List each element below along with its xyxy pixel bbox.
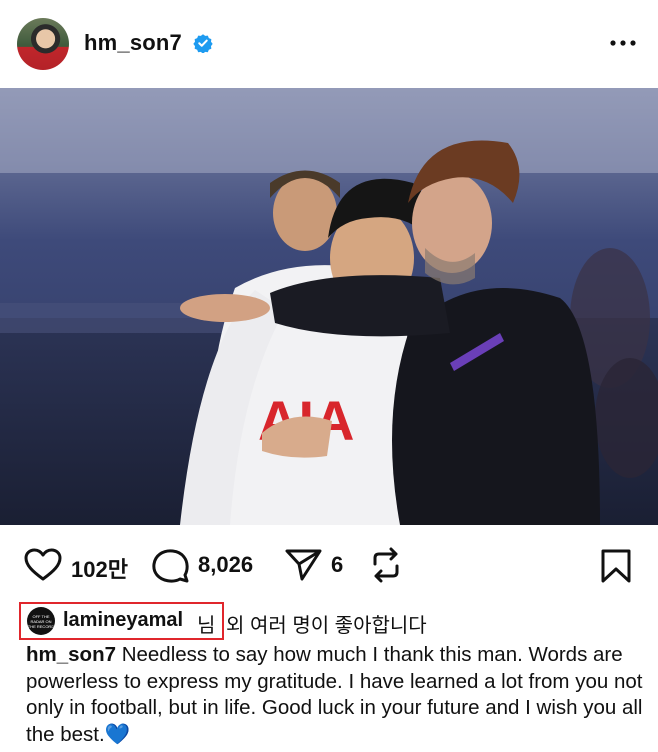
repost-icon[interactable] (369, 546, 403, 584)
comment-count[interactable]: 8,026 (198, 552, 253, 578)
more-options-icon[interactable] (609, 33, 637, 53)
photo-illustration: AIA (0, 88, 658, 525)
liker-avatar[interactable]: OFF THE RADAR ON THE RECORD (27, 607, 55, 635)
blue-heart-emoji: 💙 (104, 722, 131, 746)
share-count[interactable]: 6 (331, 552, 343, 578)
save-bookmark-icon[interactable] (600, 548, 632, 584)
post-caption: hm_son7 Needless to say how much I thank… (26, 642, 646, 748)
liker-avatar-logo-text: OFF THE RADAR ON THE RECORD (27, 613, 55, 629)
verified-badge-icon (193, 34, 213, 53)
liker-username[interactable]: lamineyamal (63, 609, 183, 632)
post-username[interactable]: hm_son7 (84, 30, 182, 56)
caption-username[interactable]: hm_son7 (26, 643, 116, 666)
likes-others-text[interactable]: 외 여러 명이 좋아합니다 (226, 609, 427, 638)
profile-avatar[interactable] (17, 18, 69, 70)
post-header: hm_son7 (0, 0, 658, 88)
like-count[interactable]: 102만 (71, 552, 128, 584)
liker-suffix: 님 (197, 615, 216, 637)
like-heart-icon[interactable] (24, 548, 62, 582)
share-send-icon[interactable] (285, 548, 323, 582)
comment-bubble-icon[interactable] (152, 548, 190, 584)
post-photo[interactable]: AIA (0, 88, 658, 525)
